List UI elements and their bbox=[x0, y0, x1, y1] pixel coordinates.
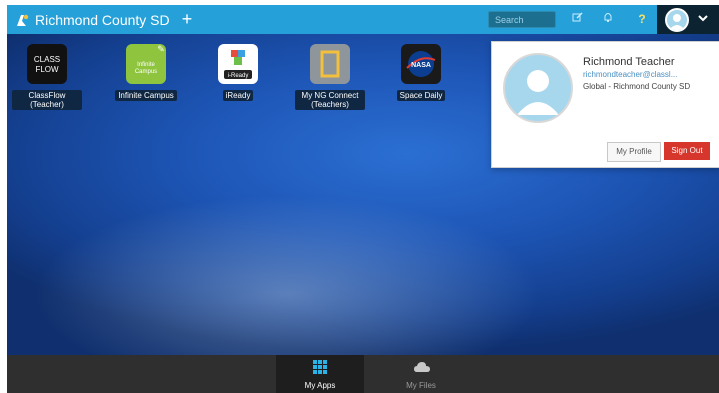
bell-icon[interactable] bbox=[599, 10, 617, 28]
district-logo-icon bbox=[15, 12, 31, 28]
tab-label: My Apps bbox=[304, 381, 336, 390]
app-iready[interactable]: i-Ready iReady bbox=[203, 44, 273, 103]
my-profile-button[interactable]: My Profile bbox=[607, 142, 661, 162]
profile-name: Richmond Teacher bbox=[583, 56, 675, 68]
profile-email: richmondteacher@classl... bbox=[583, 70, 678, 79]
user-menu-button[interactable] bbox=[657, 5, 719, 34]
svg-text:CLASS: CLASS bbox=[34, 55, 60, 64]
nasa-icon: NASA bbox=[401, 44, 441, 84]
cloud-icon bbox=[414, 360, 430, 374]
svg-text:i-Ready: i-Ready bbox=[228, 73, 249, 79]
svg-text:FLOW: FLOW bbox=[35, 65, 59, 74]
app-label: ClassFlow (Teacher) bbox=[12, 90, 82, 110]
svg-text:Campus: Campus bbox=[135, 69, 157, 75]
app-classflow[interactable]: CLASS FLOW ClassFlow (Teacher) bbox=[12, 44, 82, 112]
svg-text:NASA: NASA bbox=[411, 62, 431, 69]
brand[interactable]: Richmond County SD bbox=[15, 9, 170, 30]
link-icon: ✎ bbox=[157, 44, 165, 54]
classflow-icon: CLASS FLOW bbox=[27, 44, 67, 84]
svg-text:Infinite: Infinite bbox=[137, 62, 155, 68]
chevron-down-icon bbox=[698, 11, 708, 26]
iready-icon: i-Ready bbox=[218, 44, 258, 84]
edit-icon[interactable] bbox=[569, 10, 587, 28]
profile-avatar bbox=[503, 53, 573, 123]
bottom-bar: My Apps My Files bbox=[7, 355, 719, 393]
app-space-daily[interactable]: NASA Space Daily bbox=[386, 44, 456, 103]
app-ng-connect[interactable]: My NG Connect (Teachers) bbox=[295, 44, 365, 112]
avatar bbox=[665, 8, 689, 32]
infinite-campus-icon: Infinite Campus ✎ bbox=[126, 44, 166, 84]
tab-label: My Files bbox=[406, 381, 436, 390]
profile-organization: Global - Richmond County SD bbox=[583, 82, 691, 91]
top-bar: Richmond County SD + Search ? bbox=[7, 5, 719, 34]
app-frame: Richmond County SD + Search ? CLASS FLOW … bbox=[0, 0, 719, 393]
app-label: Infinite Campus bbox=[115, 90, 177, 101]
profile-popup: Richmond Teacher richmondteacher@classl.… bbox=[491, 41, 719, 168]
help-icon[interactable]: ? bbox=[633, 10, 651, 28]
sign-out-button[interactable]: Sign Out bbox=[664, 142, 710, 160]
tab-my-files[interactable]: My Files bbox=[377, 355, 465, 393]
grid-icon bbox=[313, 360, 327, 374]
district-title: Richmond County SD bbox=[35, 11, 170, 28]
app-label: iReady bbox=[222, 90, 254, 101]
app-label: My NG Connect (Teachers) bbox=[295, 90, 365, 110]
app-label: Space Daily bbox=[396, 90, 446, 101]
tab-my-apps[interactable]: My Apps bbox=[276, 355, 364, 393]
add-button[interactable]: + bbox=[176, 8, 198, 30]
app-infinite-campus[interactable]: Infinite Campus ✎ Infinite Campus bbox=[111, 44, 181, 103]
search-input[interactable]: Search bbox=[488, 11, 556, 28]
ng-connect-icon bbox=[310, 44, 350, 84]
